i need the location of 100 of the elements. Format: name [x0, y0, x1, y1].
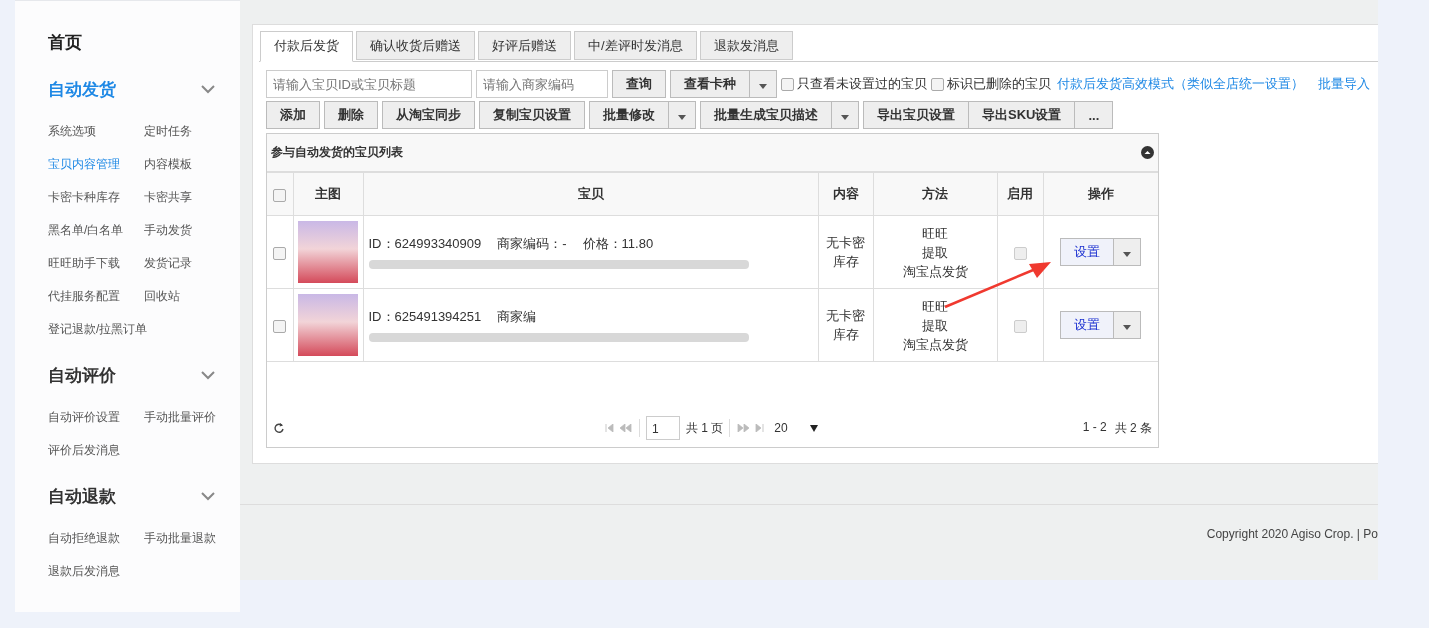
link[interactable]: 批量导入	[1318, 75, 1370, 93]
code-field[interactable]: 请输入商家编码	[476, 70, 608, 98]
content-text: 库存	[831, 253, 860, 271]
column-header: 启用	[1007, 186, 1033, 201]
nav-item[interactable]: 发货记录	[144, 255, 240, 272]
chevron-icon[interactable]	[201, 371, 215, 380]
item-info-text: ID：624993340909	[368, 235, 482, 253]
page-size-select[interactable]: 20	[774, 421, 788, 435]
dropdown-button[interactable]	[1113, 311, 1142, 339]
tab[interactable]: 付款后发货	[260, 31, 353, 62]
action-button[interactable]: 批量修改	[589, 101, 668, 129]
column-header: 方法	[922, 186, 948, 201]
checkbox[interactable]	[781, 77, 794, 91]
checkbox-label: 标识已删除的宝贝	[947, 75, 1051, 93]
nav-home[interactable]: 首页	[48, 31, 240, 54]
nav-item[interactable]: 定时任务	[144, 123, 240, 140]
method-text: 淘宝点发货	[901, 262, 969, 281]
action-button[interactable]: 添加	[266, 101, 320, 129]
nav-item[interactable]: 内容模板	[144, 156, 240, 173]
grid-title: 参与自动发货的宝贝列表	[271, 144, 403, 161]
checkbox-label: 只查看未设置过的宝贝	[797, 75, 927, 93]
photo-placeholder	[298, 221, 358, 283]
dropdown-button[interactable]	[668, 101, 696, 129]
next-last-icon[interactable]	[736, 424, 765, 432]
item-info-text: 商家编	[497, 308, 537, 326]
caret-icon	[759, 83, 767, 89]
caret-icon	[1123, 251, 1132, 257]
tab[interactable]: 退款发消息	[699, 31, 793, 60]
nav-item[interactable]: 宝贝内容管理	[48, 156, 144, 173]
dropdown-button[interactable]	[1113, 238, 1142, 266]
total-text: 共 2 条	[1114, 419, 1152, 437]
column-header: 操作	[1087, 186, 1114, 201]
item-info-text: 商家编码：-	[497, 235, 567, 253]
caret-icon	[678, 114, 686, 120]
nav-item[interactable]: 手动发货	[144, 222, 240, 239]
method-text: 提取	[921, 316, 949, 335]
tab[interactable]: 中/差评时发消息	[574, 31, 697, 60]
method-text: 旺旺	[921, 297, 949, 316]
caret-icon	[841, 114, 849, 120]
nav-item[interactable]: 退款后发消息	[48, 563, 144, 580]
nav-item[interactable]: 自动评价设置	[48, 409, 144, 426]
search-field[interactable]: 请输入宝贝ID或宝贝标题	[266, 70, 472, 98]
method-text: 提取	[921, 243, 949, 262]
chevron-icon[interactable]	[201, 492, 215, 501]
content-text: 无卡密	[825, 307, 866, 325]
item-info-text: 价格：11.80	[582, 235, 654, 253]
dropdown-button[interactable]	[749, 70, 777, 98]
enabled-checkbox[interactable]	[1013, 319, 1027, 333]
range-text: 1 - 2	[1082, 419, 1107, 436]
nav-group-title[interactable]: 自动退款	[48, 485, 116, 508]
caret-icon	[809, 424, 818, 432]
settings-button[interactable]: 设置	[1060, 238, 1114, 266]
tab[interactable]: 好评后赠送	[478, 31, 571, 60]
nav-group-title[interactable]: 自动发货	[48, 78, 116, 101]
nav-item[interactable]: 黑名单/白名单	[48, 222, 144, 239]
action-button[interactable]: 导出宝贝设置	[863, 101, 969, 129]
dropdown-button[interactable]	[831, 101, 859, 129]
item-info-text: ID：625491394251	[368, 308, 482, 326]
nav-item[interactable]: 自动拒绝退款	[48, 530, 144, 547]
nav-item[interactable]: 回收站	[144, 288, 240, 305]
collapse-icon[interactable]	[1141, 146, 1154, 159]
copyright-text: Copyright 2020 Agiso Crop. | Po	[1206, 527, 1378, 541]
first-prev-icon[interactable]	[605, 424, 633, 432]
refresh-icon[interactable]	[273, 422, 285, 434]
nav-item[interactable]: 手动批量评价	[144, 409, 240, 426]
photo-placeholder	[298, 294, 358, 356]
select-all-checkbox[interactable]	[273, 188, 287, 202]
chevron-icon[interactable]	[201, 85, 215, 94]
action-button[interactable]: 删除	[324, 101, 378, 129]
nav-item[interactable]: 手动批量退款	[144, 530, 240, 547]
method-text: 旺旺	[921, 224, 949, 243]
content-text: 库存	[831, 326, 860, 344]
nav-item[interactable]: 代挂服务配置	[48, 288, 144, 305]
page-count: 共 1 页	[686, 419, 724, 437]
enabled-checkbox[interactable]	[1013, 246, 1027, 260]
nav-item[interactable]: 系统选项	[48, 123, 144, 140]
page-field[interactable]: 1	[646, 416, 680, 440]
query-button[interactable]: 查询	[612, 70, 666, 98]
column-header: 内容	[832, 186, 859, 201]
nav-item[interactable]: 卡密共享	[144, 189, 240, 206]
column-header: 宝贝	[577, 186, 604, 201]
action-button[interactable]: 导出SKU设置	[969, 101, 1076, 129]
nav-group-title[interactable]: 自动评价	[48, 364, 116, 387]
content-text: 无卡密	[825, 234, 866, 252]
settings-button[interactable]: 设置	[1060, 311, 1114, 339]
checkbox[interactable]	[931, 77, 944, 91]
view-card-button[interactable]: 查看卡种	[670, 70, 749, 98]
column-header: 主图	[315, 186, 341, 201]
row-checkbox[interactable]	[273, 319, 287, 333]
tab[interactable]: 确认收货后赠送	[356, 31, 475, 60]
nav-item[interactable]: 旺旺助手下载	[48, 255, 144, 272]
action-button[interactable]: 从淘宝同步	[382, 101, 475, 129]
action-button[interactable]: 批量生成宝贝描述	[700, 101, 831, 129]
action-button[interactable]: ...	[1075, 101, 1114, 129]
action-button[interactable]: 复制宝贝设置	[479, 101, 585, 129]
method-text: 淘宝点发货	[901, 335, 969, 354]
row-checkbox[interactable]	[273, 246, 287, 260]
nav-item[interactable]: 卡密卡种库存	[48, 189, 144, 206]
link[interactable]: 付款后发货高效模式（类似全店统一设置）	[1057, 75, 1304, 93]
nav-item[interactable]: 评价后发消息	[48, 442, 144, 459]
